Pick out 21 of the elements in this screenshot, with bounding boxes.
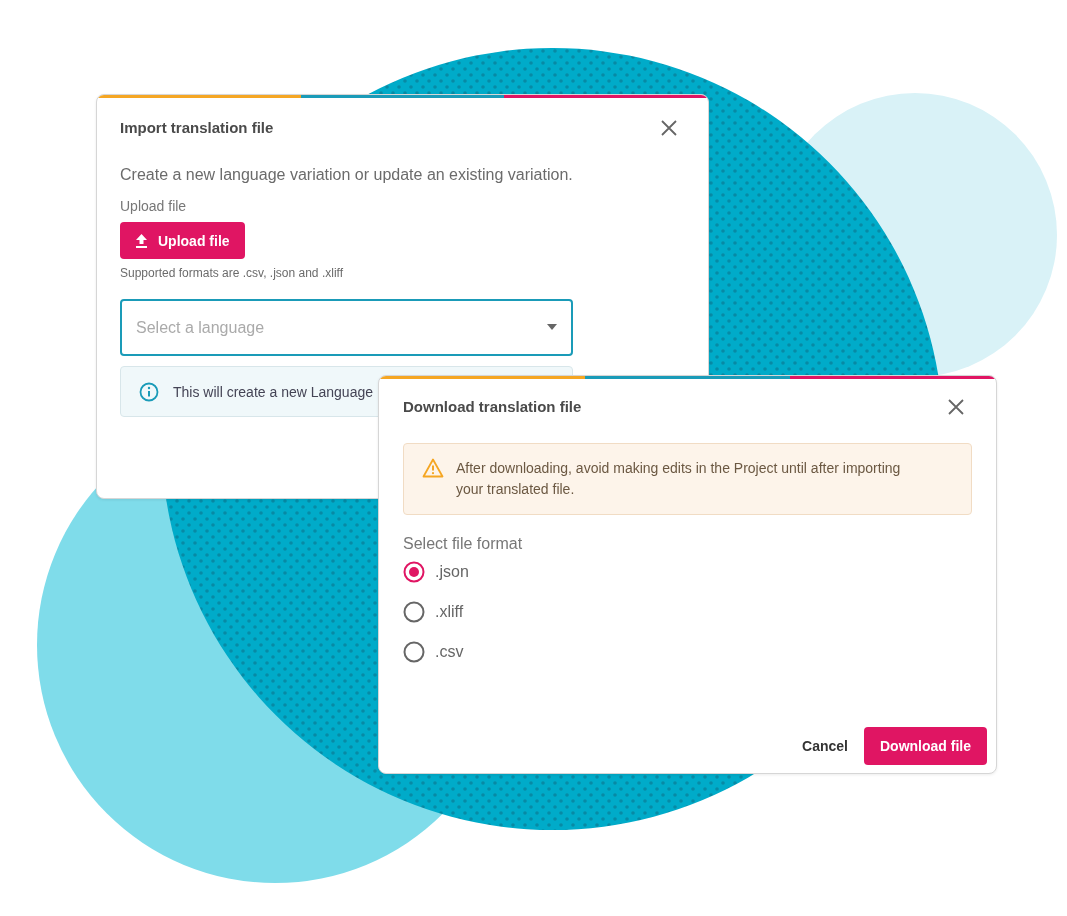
field-label: Upload file — [120, 198, 188, 214]
radio-option[interactable]: .xliff — [403, 601, 972, 623]
upload-icon — [135, 233, 148, 248]
info-icon — [139, 381, 159, 402]
cancel-button[interactable]: Cancel — [802, 727, 848, 765]
download-button[interactable]: Download file — [864, 727, 987, 765]
close-icon[interactable] — [661, 119, 677, 136]
field-label: Select file format — [403, 535, 524, 553]
upload-button[interactable]: Upload file — [120, 222, 245, 259]
info-text: This will create a new Language — [173, 383, 373, 400]
warning-text: After downloading, avoid making edits in the Project until after importing your translated file. — [456, 459, 902, 499]
dropdown-caret-icon — [547, 324, 557, 330]
language-select[interactable]: Select a language — [120, 299, 573, 356]
radio-option[interactable]: .csv — [403, 641, 972, 663]
radio-option[interactable]: .json — [403, 561, 972, 583]
dialog-description: Create a new language variation or update an existing variation. — [120, 166, 574, 184]
close-icon[interactable] — [948, 398, 964, 415]
formats-hint: Supported formats are .csv, .json and .xliff — [120, 266, 344, 280]
dialog-title: Import translation file — [120, 119, 274, 136]
warning-icon — [422, 458, 444, 478]
dialog-title: Download translation file — [403, 398, 582, 415]
